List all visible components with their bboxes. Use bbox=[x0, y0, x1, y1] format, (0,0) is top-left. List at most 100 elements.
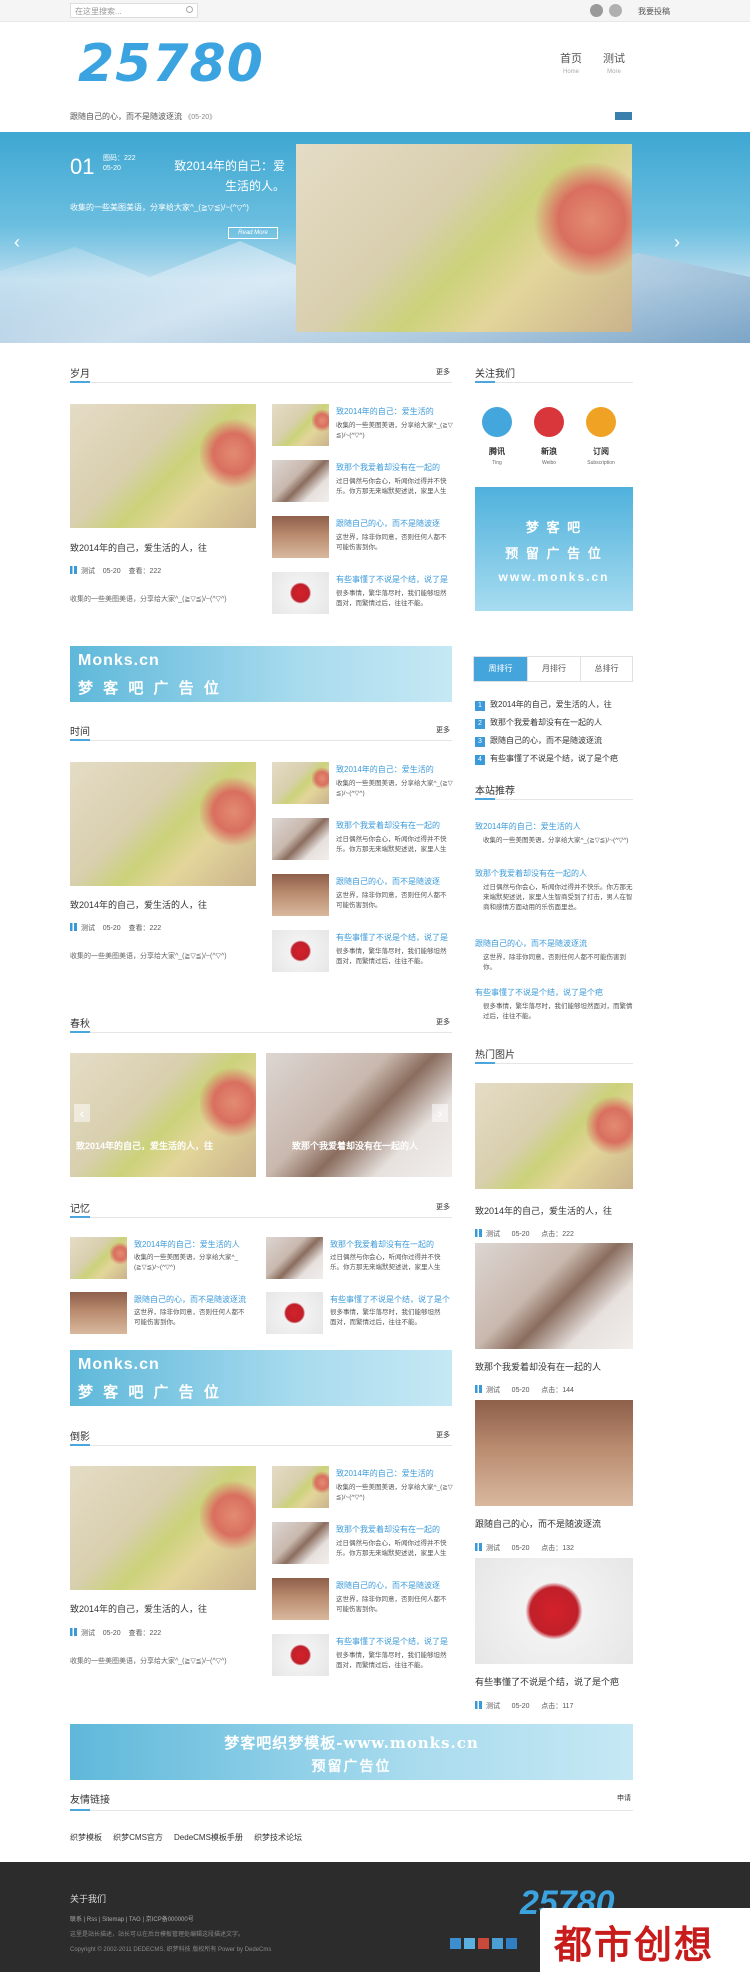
footer-about[interactable]: 关于我们 bbox=[70, 1892, 106, 1905]
rank-item[interactable]: 1 致2014年的自己，爱生活的人，往 bbox=[475, 699, 612, 711]
more-link[interactable]: 更多 bbox=[436, 725, 450, 735]
post-thumbnail[interactable] bbox=[70, 1466, 256, 1590]
hot-title[interactable]: 致那个我爱着却没有在一起的人 bbox=[475, 1360, 601, 1373]
share-icon[interactable] bbox=[450, 1938, 461, 1949]
share-icon[interactable] bbox=[506, 1938, 517, 1949]
recommend-title[interactable]: 致那个我爱着却没有在一起的人 bbox=[475, 868, 587, 879]
side-post-thumbnail[interactable] bbox=[272, 1522, 329, 1564]
rank-item[interactable]: 2 致那个我爱着却没有在一起的人 bbox=[475, 717, 602, 729]
memory-title[interactable]: 致2014年的自己：爱生活的人 bbox=[134, 1239, 240, 1250]
side-post-title[interactable]: 致2014年的自己：爱生活的 bbox=[336, 406, 434, 417]
nav-item-home[interactable]: 首页 Home bbox=[560, 50, 582, 75]
wide-ad-banner[interactable]: 梦客吧织梦模板-www.monks.cn 预留广告位 bbox=[70, 1724, 633, 1780]
rank-item[interactable]: 3 跟随自己的心，而不是随波逐流 bbox=[475, 735, 602, 747]
friend-link[interactable]: 织梦模板 bbox=[70, 1833, 102, 1842]
tagline-arrows[interactable] bbox=[615, 112, 632, 120]
tab-monthly[interactable]: 月排行 bbox=[527, 657, 580, 681]
search-icon[interactable] bbox=[186, 6, 193, 13]
contribute-link[interactable]: 我要投稿 bbox=[638, 6, 670, 17]
side-post-title[interactable]: 有些事懂了不说是个结，说了是 bbox=[336, 1636, 448, 1647]
share-icon[interactable] bbox=[464, 1938, 475, 1949]
share-icon[interactable] bbox=[478, 1938, 489, 1949]
post-title[interactable]: 致2014年的自己，爱生活的人，往 bbox=[70, 898, 207, 911]
nav-item-test[interactable]: 测试 More bbox=[603, 50, 625, 75]
side-post-title[interactable]: 致那个我爱着却没有在一起的 bbox=[336, 820, 440, 831]
banner-title[interactable]: 致2014年的自己：爱生活的人。 bbox=[165, 156, 285, 196]
side-post-thumbnail[interactable] bbox=[272, 404, 329, 446]
footer-links[interactable]: 联系 | Rss | Sitemap | TAG | 京ICP备000000号 bbox=[70, 1914, 194, 1923]
friend-link[interactable]: 织梦CMS官方 bbox=[113, 1833, 163, 1842]
apply-link[interactable]: 申请 bbox=[617, 1793, 631, 1803]
memory-thumbnail[interactable] bbox=[266, 1237, 323, 1279]
hot-image[interactable] bbox=[475, 1558, 633, 1664]
search-input[interactable]: 在这里搜索... bbox=[70, 3, 198, 18]
hot-title[interactable]: 致2014年的自己，爱生活的人，往 bbox=[475, 1204, 612, 1217]
side-post-title[interactable]: 跟随自己的心，而不是随波逐 bbox=[336, 1580, 440, 1591]
memory-title[interactable]: 致那个我爱着却没有在一起的 bbox=[330, 1239, 434, 1250]
tab-total[interactable]: 总排行 bbox=[580, 657, 632, 681]
tencent-icon[interactable] bbox=[482, 407, 512, 437]
more-link[interactable]: 更多 bbox=[436, 1430, 450, 1440]
post-title[interactable]: 致2014年的自己，爱生活的人，往 bbox=[70, 1602, 207, 1615]
slider-next-icon[interactable]: › bbox=[432, 1104, 448, 1122]
friend-link[interactable]: 织梦技术论坛 bbox=[254, 1833, 302, 1842]
site-logo[interactable]: 25780 bbox=[78, 34, 264, 94]
side-post-thumbnail[interactable] bbox=[272, 572, 329, 614]
ad-banner[interactable]: Monks.cn 梦 客 吧 广 告 位 bbox=[70, 1350, 452, 1406]
side-post-thumbnail[interactable] bbox=[272, 818, 329, 860]
side-post-thumbnail[interactable] bbox=[272, 1634, 329, 1676]
tab-weekly[interactable]: 周排行 bbox=[474, 657, 527, 681]
side-post-title[interactable]: 跟随自己的心，而不是随波逐 bbox=[336, 518, 440, 529]
slider-image[interactable] bbox=[266, 1053, 452, 1177]
hot-image[interactable] bbox=[475, 1400, 633, 1506]
user-icon[interactable] bbox=[590, 4, 603, 17]
post-title[interactable]: 致2014年的自己，爱生活的人，往 bbox=[70, 541, 207, 554]
memory-title[interactable]: 跟随自己的心，而不是随波逐流 bbox=[134, 1294, 246, 1305]
side-post-thumbnail[interactable] bbox=[272, 1578, 329, 1620]
hot-image[interactable] bbox=[475, 1083, 633, 1189]
hot-title[interactable]: 有些事懂了不说是个结，说了是个疤 bbox=[475, 1675, 619, 1688]
slider-image[interactable] bbox=[70, 1053, 256, 1177]
memory-thumbnail[interactable] bbox=[266, 1292, 323, 1334]
tagline-text[interactable]: 跟随自己的心，而不是随波逐流 bbox=[70, 112, 182, 121]
read-more-button[interactable]: Read More bbox=[228, 227, 278, 239]
slider-caption[interactable]: 致2014年的自己，爱生活的人，往 bbox=[76, 1139, 213, 1152]
recommend-title[interactable]: 有些事懂了不说是个结，说了是个疤 bbox=[475, 987, 603, 998]
side-post-title[interactable]: 致2014年的自己：爱生活的 bbox=[336, 764, 434, 775]
more-link[interactable]: 更多 bbox=[436, 367, 450, 377]
banner-prev-icon[interactable]: ‹ bbox=[14, 232, 20, 253]
side-post-thumbnail[interactable] bbox=[272, 460, 329, 502]
side-post-title[interactable]: 致那个我爱着却没有在一起的 bbox=[336, 1524, 440, 1535]
side-post-title[interactable]: 致2014年的自己：爱生活的 bbox=[336, 1468, 434, 1479]
share-icon[interactable] bbox=[492, 1938, 503, 1949]
friend-link[interactable]: DedeCMS模板手册 bbox=[174, 1833, 243, 1842]
side-post-thumbnail[interactable] bbox=[272, 1466, 329, 1508]
sidebar-ad[interactable]: 梦 客 吧 预 留 广 告 位 www.monks.cn bbox=[475, 487, 633, 611]
memory-thumbnail[interactable] bbox=[70, 1237, 127, 1279]
hot-title[interactable]: 跟随自己的心，而不是随波逐流 bbox=[475, 1517, 601, 1530]
slider-prev-icon[interactable]: ‹ bbox=[74, 1104, 90, 1122]
recommend-title[interactable]: 跟随自己的心，而不是随波逐流 bbox=[475, 938, 587, 949]
side-post-title[interactable]: 有些事懂了不说是个结，说了是 bbox=[336, 574, 448, 585]
side-post-thumbnail[interactable] bbox=[272, 762, 329, 804]
rank-item[interactable]: 4 有些事懂了不说是个结，说了是个疤 bbox=[475, 753, 618, 765]
side-post-title[interactable]: 有些事懂了不说是个结，说了是 bbox=[336, 932, 448, 943]
banner-next-icon[interactable]: › bbox=[674, 232, 680, 253]
post-thumbnail[interactable] bbox=[70, 762, 256, 886]
side-post-title[interactable]: 跟随自己的心，而不是随波逐 bbox=[336, 876, 440, 887]
slider-caption[interactable]: 致那个我爱着却没有在一起的人 bbox=[292, 1139, 418, 1152]
more-link[interactable]: 更多 bbox=[436, 1202, 450, 1212]
side-post-thumbnail[interactable] bbox=[272, 516, 329, 558]
side-post-thumbnail[interactable] bbox=[272, 874, 329, 916]
side-post-thumbnail[interactable] bbox=[272, 930, 329, 972]
side-post-title[interactable]: 致那个我爱着却没有在一起的 bbox=[336, 462, 440, 473]
post-thumbnail[interactable] bbox=[70, 404, 256, 528]
memory-thumbnail[interactable] bbox=[70, 1292, 127, 1334]
more-link[interactable]: 更多 bbox=[436, 1017, 450, 1027]
banner-image[interactable] bbox=[296, 144, 632, 332]
rss-icon[interactable] bbox=[609, 4, 622, 17]
ad-banner[interactable]: Monks.cn 梦 客 吧 广 告 位 bbox=[70, 646, 452, 702]
recommend-title[interactable]: 致2014年的自己：爱生活的人 bbox=[475, 821, 581, 832]
hot-image[interactable] bbox=[475, 1243, 633, 1349]
weibo-icon[interactable] bbox=[534, 407, 564, 437]
